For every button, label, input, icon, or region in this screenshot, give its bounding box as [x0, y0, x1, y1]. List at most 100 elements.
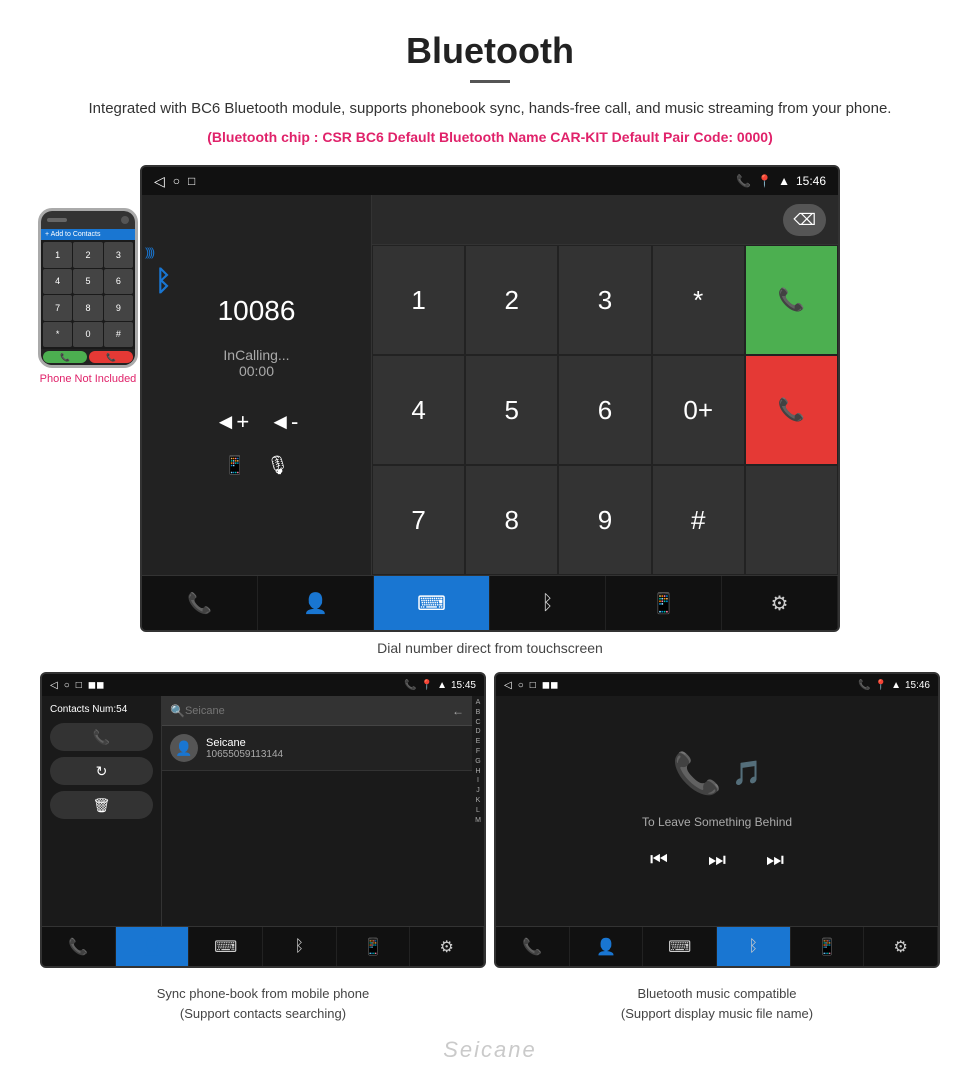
key-1[interactable]: 1 — [43, 242, 72, 268]
key-7[interactable]: 7 — [43, 295, 72, 321]
home-icon-small[interactable]: ○ — [64, 680, 70, 691]
home-icon-music[interactable]: ○ — [518, 680, 524, 691]
key-8[interactable]: 8 — [73, 295, 102, 321]
end-call-button[interactable]: 📞 — [745, 355, 838, 465]
key-6[interactable]: 6 — [104, 269, 133, 295]
nav-phone-out[interactable]: 📱 — [606, 576, 722, 630]
microphone-icon[interactable]: 🎙 — [266, 455, 289, 476]
c-nav-keypad[interactable]: ⌨ — [189, 927, 263, 966]
song-title: To Leave Something Behind — [642, 815, 792, 829]
home-icon[interactable]: ○ — [173, 174, 180, 188]
alpha-E[interactable]: E — [472, 737, 484, 747]
alpha-L[interactable]: L — [472, 806, 484, 816]
c-nav-bluetooth[interactable]: ᛒ — [263, 927, 337, 966]
phone-keypad: 1 2 3 4 5 6 7 8 9 * 0 # — [41, 240, 135, 349]
phone-frame-top — [41, 211, 135, 229]
nav-keypad[interactable]: ⌨ — [374, 576, 490, 630]
alpha-D[interactable]: D — [472, 727, 484, 737]
alpha-A[interactable]: A — [472, 698, 484, 708]
bluetooth-transfer-icon[interactable]: 📱 — [224, 455, 246, 476]
delete-contact-btn[interactable]: 🗑 — [50, 791, 153, 819]
back-icon[interactable]: ◁ — [154, 173, 165, 190]
call-contact-btn[interactable]: 📞 — [50, 723, 153, 751]
back-search-icon[interactable]: ← — [452, 704, 464, 718]
next-step-btn[interactable]: ⏭ — [708, 849, 726, 872]
key-1[interactable]: 1 — [372, 245, 465, 355]
nav-contacts[interactable]: 👤 — [258, 576, 374, 630]
nav-icons: ◁ ○ □ — [154, 173, 195, 190]
key-9[interactable]: 9 — [104, 295, 133, 321]
nav-bluetooth[interactable]: ᛒ — [490, 576, 606, 630]
alpha-I[interactable]: I — [472, 776, 484, 786]
c-nav-contacts[interactable]: 👤 — [116, 927, 190, 966]
key-2[interactable]: 2 — [465, 245, 558, 355]
key-4[interactable]: 4 — [372, 355, 465, 465]
alpha-B[interactable]: B — [472, 708, 484, 718]
alpha-K[interactable]: K — [472, 796, 484, 806]
back-icon-music[interactable]: ◁ — [504, 680, 512, 691]
next-track-btn[interactable]: ⏭ — [766, 849, 784, 872]
m-nav-bluetooth[interactable]: ᛒ — [717, 927, 791, 966]
key-empty — [745, 465, 838, 575]
key-2[interactable]: 2 — [73, 242, 102, 268]
page-title: Bluetooth — [60, 30, 920, 72]
m-nav-keypad[interactable]: ⌨ — [643, 927, 717, 966]
keypad-grid: 1 2 3 * 📞 4 5 6 0+ 📞 7 8 9 # — [372, 245, 838, 575]
key-8[interactable]: 8 — [465, 465, 558, 575]
alphabet-list: A B C D E F G H I J K L M — [472, 696, 484, 926]
dial-screen: ◁ ○ □ 📞 📍 ▲ 15:46 10086 InCalling... 00:… — [140, 165, 840, 632]
dial-caption: Dial number direct from touchscreen — [0, 640, 980, 656]
prev-track-btn[interactable]: ⏮ — [650, 849, 668, 872]
recent-icon-small[interactable]: □ — [76, 680, 82, 691]
key-9[interactable]: 9 — [558, 465, 651, 575]
search-icon: 🔍 — [170, 704, 185, 718]
m-nav-contacts[interactable]: 👤 — [570, 927, 644, 966]
key-5[interactable]: 5 — [465, 355, 558, 465]
vol-down-btn[interactable]: ◄- — [269, 409, 298, 435]
contacts-caption-line1: Sync phone-book from mobile phone — [157, 986, 369, 1001]
m-nav-settings[interactable]: ⚙ — [864, 927, 938, 966]
c-nav-phone[interactable]: 📞 — [42, 927, 116, 966]
wifi-icon: ▲ — [778, 174, 790, 188]
dial-input[interactable] — [384, 209, 783, 230]
alpha-M[interactable]: M — [472, 816, 484, 826]
recent-icon[interactable]: □ — [188, 174, 195, 188]
m-nav-phone-out[interactable]: 📱 — [791, 927, 865, 966]
key-5[interactable]: 5 — [73, 269, 102, 295]
bluetooth-signal-icon: )))) — [145, 245, 153, 267]
call-button[interactable]: 📞 — [745, 245, 838, 355]
key-7[interactable]: 7 — [372, 465, 465, 575]
delete-button[interactable]: ⌫ — [783, 204, 826, 236]
sync-btn[interactable]: ↻ — [50, 757, 153, 785]
alpha-G[interactable]: G — [472, 757, 484, 767]
nav-phone[interactable]: 📞 — [142, 576, 258, 630]
c-nav-settings[interactable]: ⚙ — [410, 927, 484, 966]
key-hash[interactable]: # — [104, 322, 133, 348]
vol-up-btn[interactable]: ◄+ — [215, 409, 250, 435]
back-icon-small[interactable]: ◁ — [50, 680, 58, 691]
contact-item[interactable]: 👤 Seicane 10655059113144 — [162, 726, 472, 771]
key-4[interactable]: 4 — [43, 269, 72, 295]
alpha-F[interactable]: F — [472, 747, 484, 757]
key-star[interactable]: * — [652, 245, 745, 355]
key-star[interactable]: * — [43, 322, 72, 348]
alpha-H[interactable]: H — [472, 767, 484, 777]
key-0[interactable]: 0 — [73, 322, 102, 348]
key-3[interactable]: 3 — [104, 242, 133, 268]
hang-button[interactable]: 📞 — [89, 351, 133, 363]
alpha-J[interactable]: J — [472, 786, 484, 796]
recent-icon-music[interactable]: □ — [530, 680, 536, 691]
key-hash[interactable]: # — [652, 465, 745, 575]
contacts-search-input[interactable] — [185, 705, 452, 717]
nav-settings[interactable]: ⚙ — [722, 576, 838, 630]
key-0plus[interactable]: 0+ — [652, 355, 745, 465]
alpha-C[interactable]: C — [472, 718, 484, 728]
contacts-bottom-nav: 📞 👤 ⌨ ᛒ 📱 ⚙ — [42, 926, 484, 966]
add-contacts-label: + Add to Contacts — [41, 229, 135, 240]
key-3[interactable]: 3 — [558, 245, 651, 355]
c-nav-phone-out[interactable]: 📱 — [337, 927, 411, 966]
call-button[interactable]: 📞 — [43, 351, 87, 363]
contact-info: Seicane 10655059113144 — [206, 737, 283, 760]
key-6[interactable]: 6 — [558, 355, 651, 465]
m-nav-phone[interactable]: 📞 — [496, 927, 570, 966]
